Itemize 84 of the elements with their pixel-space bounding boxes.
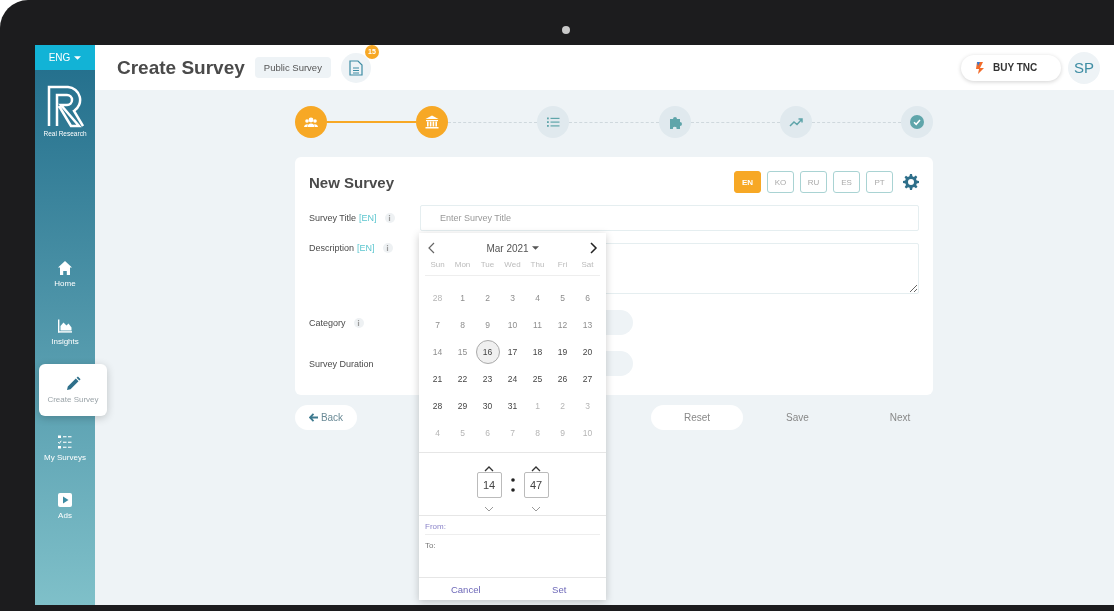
calendar-day[interactable]: 7 [500,420,525,445]
calendar-day[interactable]: 8 [525,420,550,445]
calendar-day[interactable]: 6 [475,420,500,445]
calendar-day[interactable]: 17 [500,339,525,364]
calendar-day[interactable]: 26 [550,366,575,391]
calendar-day[interactable]: 29 [450,393,475,418]
to-label: To: [425,540,437,552]
from-label: From: [425,516,600,535]
previous-month-button[interactable] [427,242,437,254]
caret-icon [531,246,539,250]
hour-field[interactable]: 14 [476,472,502,498]
arrow-left-icon [308,413,318,422]
language-tab[interactable]: EN [734,171,761,193]
nav-item[interactable]: My Surveys [44,419,86,477]
chart-icon [57,318,73,334]
page-title: Create Survey [117,56,245,79]
calendar-day[interactable]: 5 [450,420,475,445]
calendar-day[interactable]: 31 [500,393,525,418]
logo-icon [46,84,84,128]
back-button[interactable]: Back [295,405,357,430]
language-tab[interactable]: KO [767,171,794,193]
field-label: Description [309,243,355,253]
calendar-day[interactable]: 27 [575,366,600,391]
info-icon[interactable] [382,243,393,253]
document-icon [348,59,363,76]
calendar-day[interactable]: 1 [525,393,550,418]
title-input[interactable]: Enter Survey Title [420,205,919,231]
home-icon [57,260,73,276]
minute-field[interactable]: 47 [523,472,549,498]
calendar-day[interactable]: 25 [525,366,550,391]
info-icon[interactable] [353,317,364,328]
settings-icon[interactable] [903,174,919,190]
bank-building-icon [424,114,441,130]
caret-icon [74,55,82,60]
calendar-day[interactable]: 10 [575,420,600,445]
nav-item[interactable]: Create Survey [39,364,107,416]
calendar-day[interactable]: 19 [550,339,575,364]
user-avatar[interactable]: SP [1068,51,1100,84]
nav-item[interactable]: Insights [51,303,79,361]
nav-item[interactable]: Ads [57,477,73,535]
save-button[interactable]: Save [786,412,809,423]
month-dropdown[interactable]: Mar 2021 [486,242,539,254]
play-icon [57,492,73,508]
camera-dot [562,26,570,34]
info-icon[interactable] [384,213,395,223]
survey-type-badge: Public Survey [254,57,331,78]
calendar-day[interactable]: 28 [425,393,450,418]
calendar-day[interactable]: 2 [550,393,575,418]
calendar-day[interactable]: 9 [550,420,575,445]
language-dropdown[interactable]: ENG [35,45,95,70]
language-tab[interactable]: RU [800,171,827,193]
language-tab[interactable]: PT [866,171,893,193]
next-button[interactable]: Next [889,412,911,423]
calendar-day[interactable]: 22 [450,366,475,391]
next-month-button[interactable] [588,242,598,254]
language-tag: [EN] [359,213,377,223]
checklist-icon [57,434,73,450]
field-label: Survey Duration [309,358,374,369]
calendar-day[interactable]: 30 [475,393,500,418]
calendar-day[interactable]: 18 [525,339,550,364]
calendar-day[interactable]: 21 [425,366,450,391]
pencil-icon [65,376,81,392]
weekday-label: Wed [500,256,525,276]
field-label: Survey Title [309,213,357,223]
document-button[interactable] [340,52,371,83]
calendar-day[interactable]: 24 [500,366,525,391]
calendar-day[interactable]: 28 [425,285,450,310]
cancel-button[interactable]: Cancel [419,578,513,600]
language-tab[interactable]: ES [833,171,860,193]
language-tag: [EN] [357,243,375,253]
calendar-day[interactable]: 23 [475,366,500,391]
token-logo-icon [975,60,985,75]
reset-button[interactable]: Reset [651,405,743,430]
calendar-day[interactable]: 4 [425,420,450,445]
check-circle-icon [909,114,925,130]
calendar-day[interactable]: 16 [475,339,500,364]
colon-separator-icon [510,476,515,494]
card-title: New Survey [309,173,395,191]
field-label: Category [309,317,346,328]
buy-button[interactable]: BUY TNC [961,54,1061,81]
nav-item[interactable]: Home [54,245,76,303]
calendar-day[interactable]: 3 [575,393,600,418]
calendar-day[interactable]: 20 [575,339,600,364]
set-button[interactable]: Set [512,578,606,600]
